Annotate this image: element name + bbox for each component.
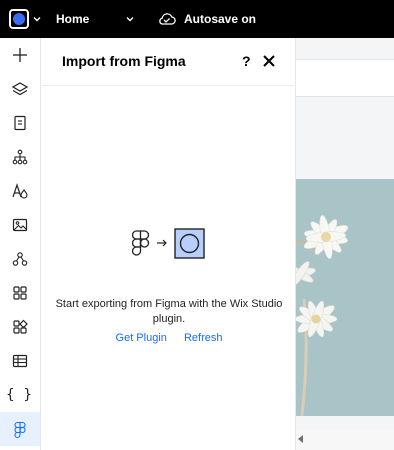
layers-icon bbox=[11, 82, 29, 96]
table-icon bbox=[12, 354, 28, 368]
canvas-header-section[interactable] bbox=[296, 59, 394, 97]
code-button[interactable]: { } bbox=[0, 378, 40, 412]
image-icon bbox=[12, 218, 28, 232]
get-plugin-link[interactable]: Get Plugin bbox=[116, 332, 167, 344]
sitemap-icon bbox=[12, 149, 28, 165]
components-button[interactable] bbox=[0, 242, 40, 276]
cloud-check-icon bbox=[159, 13, 176, 25]
site-logo-dot bbox=[13, 13, 25, 25]
apps-button[interactable] bbox=[0, 276, 40, 310]
wix-site-frame-icon bbox=[174, 228, 205, 259]
help-icon[interactable]: ? bbox=[242, 53, 251, 69]
site-structure-button[interactable] bbox=[0, 140, 40, 174]
plus-icon bbox=[13, 48, 27, 62]
top-bar: Home Autosave on bbox=[0, 0, 394, 38]
page-selector-chevron-down-icon[interactable] bbox=[125, 14, 135, 24]
components-icon bbox=[12, 252, 28, 266]
scroll-left-arrow-icon[interactable] bbox=[298, 435, 303, 443]
page-icon bbox=[14, 115, 26, 131]
pages-button[interactable] bbox=[0, 106, 40, 140]
panel-title: Import from Figma bbox=[62, 53, 186, 69]
business-apps-button[interactable] bbox=[0, 310, 40, 344]
layers-button[interactable] bbox=[0, 72, 40, 106]
left-toolbar: { } bbox=[0, 38, 41, 450]
close-icon[interactable] bbox=[263, 55, 275, 67]
figma-import-button[interactable] bbox=[0, 412, 40, 446]
figma-logo-icon bbox=[132, 230, 150, 256]
canvas-flower-image[interactable] bbox=[296, 179, 394, 416]
business-apps-icon bbox=[13, 319, 28, 334]
design-button[interactable] bbox=[0, 174, 40, 208]
add-elements-button[interactable] bbox=[0, 38, 40, 72]
panel-header-divider bbox=[42, 85, 296, 86]
site-logo-icon[interactable] bbox=[9, 9, 29, 29]
import-from-figma-panel: Import from Figma ? Start exporting from… bbox=[42, 38, 296, 450]
refresh-link[interactable]: Refresh bbox=[184, 332, 223, 344]
site-menu-chevron-down-icon[interactable] bbox=[32, 14, 42, 24]
daisy-flowers-image bbox=[296, 215, 349, 416]
typography-color-icon bbox=[12, 183, 28, 199]
media-button[interactable] bbox=[0, 208, 40, 242]
cms-button[interactable] bbox=[0, 344, 40, 378]
editor-canvas[interactable] bbox=[296, 38, 394, 450]
page-selector[interactable]: Home bbox=[56, 12, 89, 26]
arrow-right-icon bbox=[157, 239, 167, 247]
horizontal-scrollbar[interactable] bbox=[296, 430, 394, 450]
panel-message: Start exporting from Figma with the Wix … bbox=[55, 298, 283, 325]
figma-to-wix-icon bbox=[132, 228, 205, 259]
figma-icon bbox=[14, 421, 26, 439]
panel-links: Get Plugin Refresh bbox=[42, 332, 296, 344]
autosave-status: Autosave on bbox=[184, 12, 257, 26]
apps-grid-icon bbox=[13, 286, 27, 300]
code-braces-icon: { } bbox=[5, 387, 35, 403]
